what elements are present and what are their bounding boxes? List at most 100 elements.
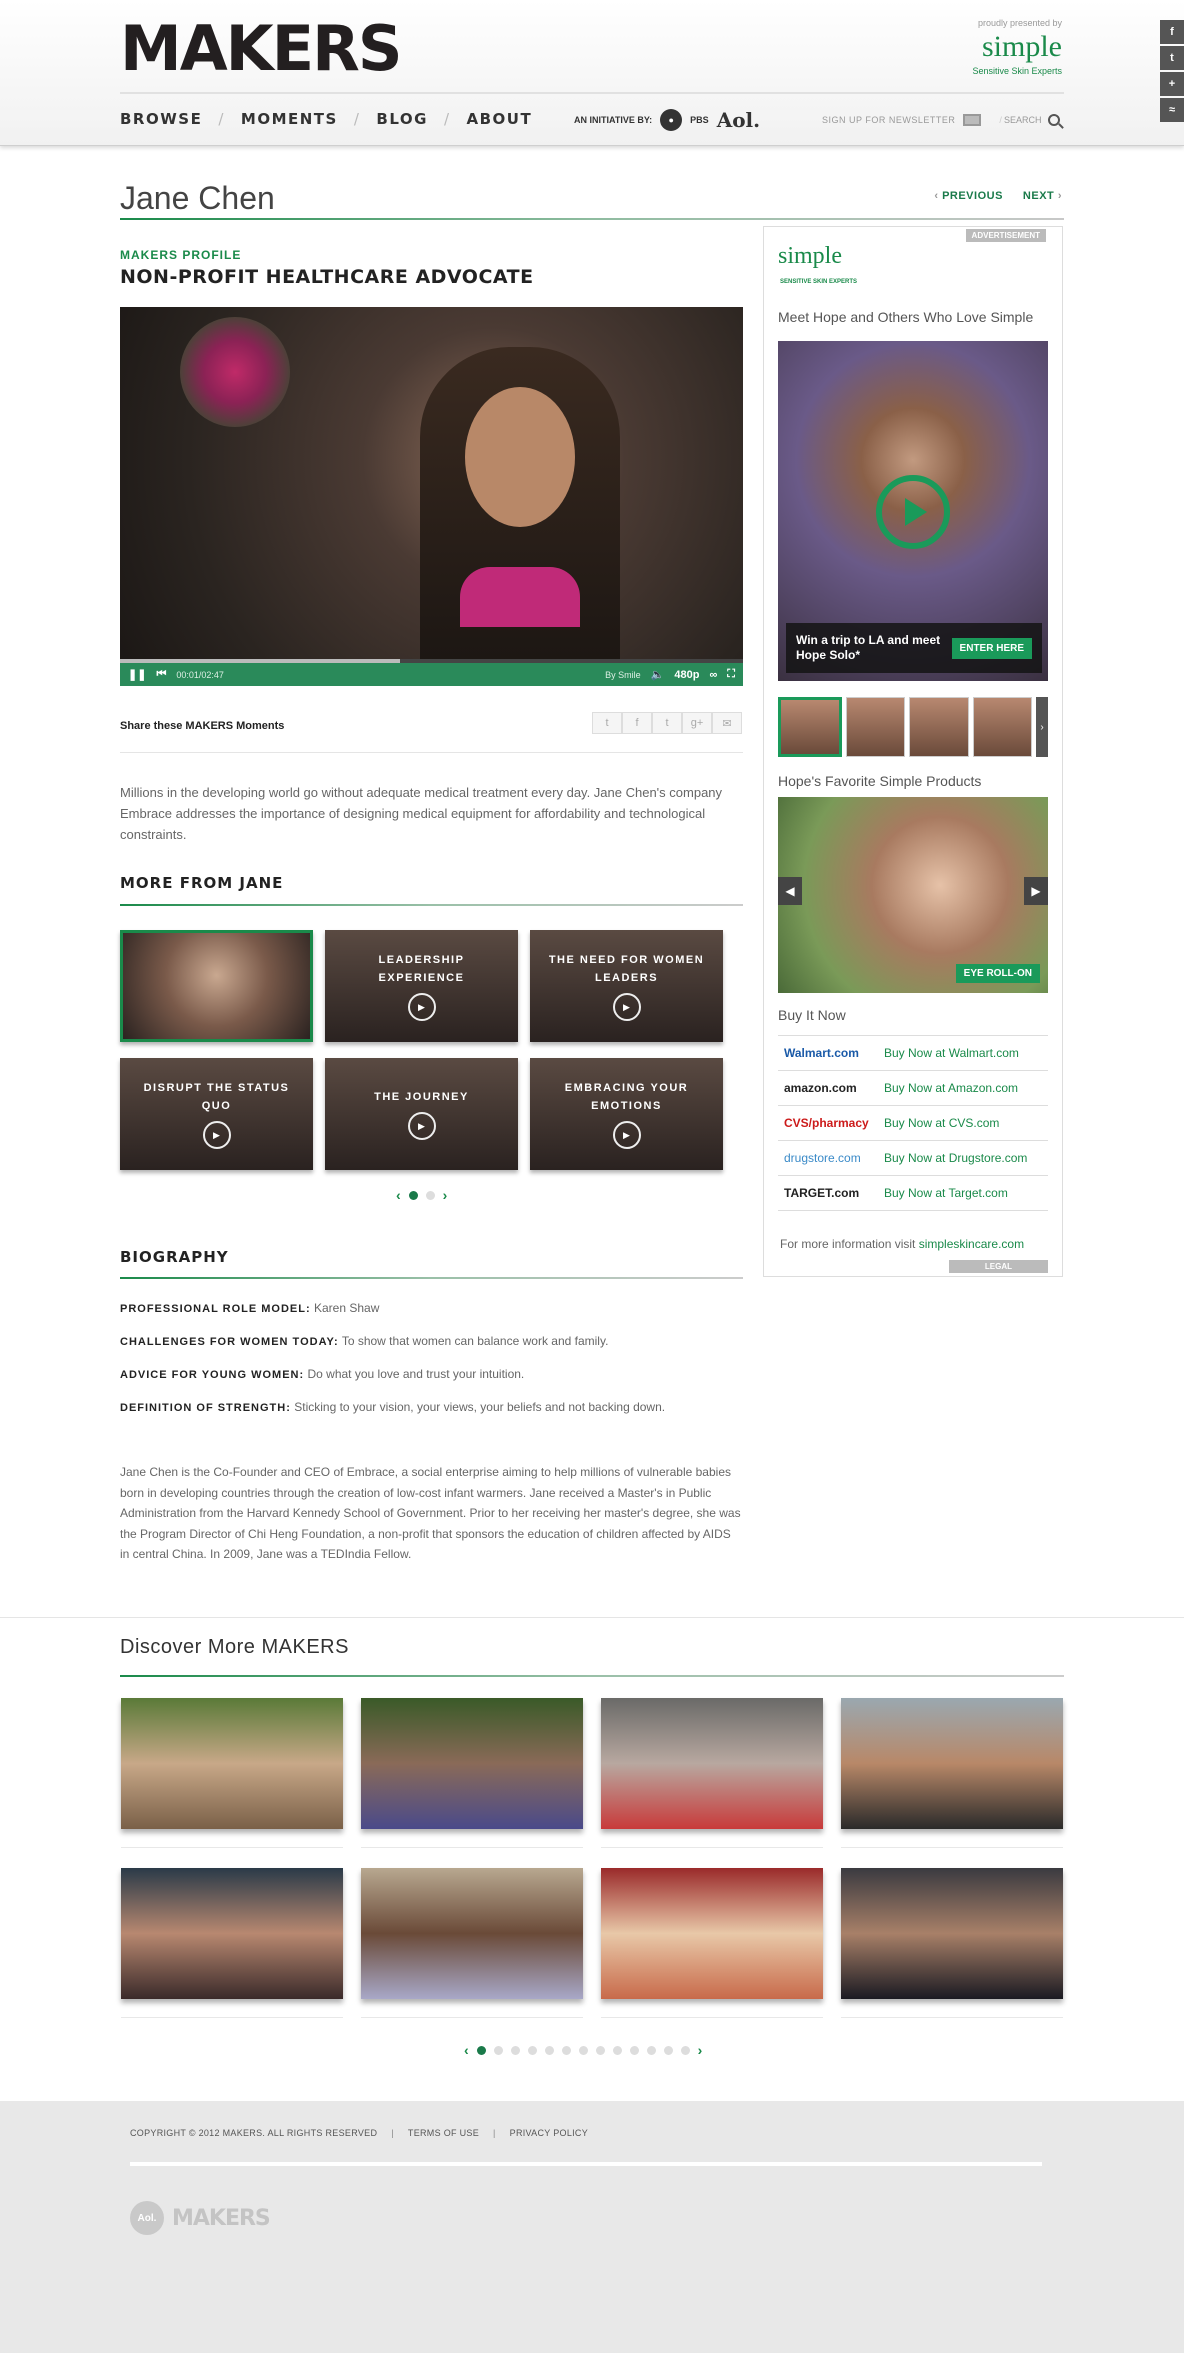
maker-thumb[interactable] [841,1868,1063,1999]
moment-thumb-active[interactable] [120,930,313,1042]
title-divider [120,218,1064,220]
pager-dot[interactable] [612,2045,622,2055]
ad-product-carousel[interactable]: ◀ ▶ EYE ROLL-ON [778,797,1048,993]
enter-here-button[interactable]: ENTER HERE [951,637,1032,659]
pager-dot[interactable] [578,2045,588,2055]
retailer-list: Walmart.com Buy Now at Walmart.com amazo… [778,1035,1048,1211]
maker-thumb[interactable] [601,1868,823,1999]
pager-dot[interactable] [544,2045,554,2055]
pager-dot[interactable] [425,1190,435,1200]
maker-thumb[interactable] [361,1868,583,1999]
maker-thumb[interactable] [361,1698,583,1829]
tumblr-share-icon[interactable]: t [652,712,682,734]
pager-dot[interactable] [663,2045,673,2055]
ad-strip-thumb[interactable] [972,697,1032,757]
moment-thumb[interactable]: EMBRACING YOUR EMOTIONS ▶ [530,1058,723,1170]
retailer-row[interactable]: amazon.com Buy Now at Amazon.com [778,1071,1048,1106]
pager-dot[interactable] [595,2045,605,2055]
retailer-row[interactable]: CVS/pharmacy Buy Now at CVS.com [778,1106,1048,1141]
sponsor-block[interactable]: proudly presented by simple Sensitive Sk… [972,18,1062,76]
maker-thumb[interactable] [601,1698,823,1829]
nav-moments[interactable]: MOMENTS [241,110,338,128]
quality-toggle[interactable]: 480p [674,669,699,681]
facebook-icon[interactable]: f [1160,20,1184,44]
moment-thumb[interactable]: DISRUPT THE STATUS QUO ▶ [120,1058,313,1170]
chevron-right-icon[interactable]: › [443,1187,448,1203]
retailer-row[interactable]: drugstore.com Buy Now at Drugstore.com [778,1141,1048,1176]
nav-blog[interactable]: BLOG [376,110,428,128]
embed-icon[interactable]: ∞ [709,669,717,681]
email-share-icon[interactable]: ✉ [712,712,742,734]
pager-dot[interactable] [476,2045,486,2055]
makers-logo[interactable]: MAKERS [120,18,402,80]
fullscreen-icon[interactable]: ⛶ [727,668,735,681]
advertisement: ADVERTISEMENT simple SENSITIVE SKIN EXPE… [763,226,1063,1277]
moment-thumb[interactable]: THE JOURNEY ▶ [325,1058,518,1170]
pbs-logo[interactable]: ● [660,109,683,131]
twitter-share-icon[interactable]: t [592,712,622,734]
previous-link[interactable]: ‹ PREVIOUS [934,190,1003,202]
terms-link[interactable]: TERMS OF USE [408,2128,479,2138]
ad-simple-logo[interactable]: simple [778,243,842,270]
aol-logo[interactable]: Aol. [717,108,760,132]
nav-browse[interactable]: BROWSE [120,110,202,128]
profile-role: NON-PROFIT HEALTHCARE ADVOCATE [120,266,534,288]
ad-video[interactable]: Win a trip to LA and meet Hope Solo* ENT… [778,341,1048,681]
rss-icon[interactable]: ≈ [1160,98,1184,122]
retailer-link[interactable]: Buy Now at Target.com [884,1186,1008,1200]
video-player[interactable] [120,307,743,686]
retailer-link[interactable]: Buy Now at Drugstore.com [884,1151,1027,1165]
googleplus-share-icon[interactable]: g+ [682,712,712,734]
plus-icon[interactable]: + [1160,72,1184,96]
nav-about[interactable]: ABOUT [467,110,533,128]
pager-dot[interactable] [493,2045,503,2055]
volume-icon[interactable]: 🔈 [651,668,665,681]
retailer-row[interactable]: TARGET.com Buy Now at Target.com [778,1176,1048,1211]
newsletter-signup[interactable]: SIGN UP FOR NEWSLETTER / [822,114,1002,126]
pager-dot[interactable] [646,2045,656,2055]
pager-dot[interactable] [510,2045,520,2055]
pager-dot[interactable] [629,2045,639,2055]
maker-thumb[interactable] [841,1698,1063,1829]
twitter-icon[interactable]: t [1160,46,1184,70]
footer-logo[interactable]: Aol. MAKERS [130,2201,271,2235]
moment-title: THE NEED FOR WOMEN LEADERS [548,954,705,984]
play-icon: ▶ [202,1121,231,1149]
retailer-link[interactable]: Buy Now at CVS.com [884,1116,999,1130]
ad-legal[interactable]: LEGAL [948,1260,1048,1273]
retailer-link[interactable]: Buy Now at Walmart.com [884,1046,1019,1060]
next-link[interactable]: NEXT › [1023,190,1062,202]
chevron-left-icon[interactable]: ‹ [464,2042,469,2058]
simple-logo[interactable]: simple [972,32,1062,62]
retailer-row[interactable]: Walmart.com Buy Now at Walmart.com [778,1036,1048,1071]
chevron-left-icon[interactable]: ‹ [396,1187,401,1203]
maker-thumb[interactable] [121,1698,343,1829]
bio-challenges: CHALLENGES FOR WOMEN TODAY: To show that… [120,1334,608,1348]
retailer-link[interactable]: Buy Now at Amazon.com [884,1081,1018,1095]
ad-tag: ADVERTISEMENT [965,229,1046,242]
newsletter-label: SIGN UP FOR NEWSLETTER [822,115,956,125]
moment-thumb[interactable]: THE NEED FOR WOMEN LEADERS ▶ [530,930,723,1042]
pager-dot[interactable] [680,2045,690,2055]
makers-wordmark: MAKERS [172,2205,271,2231]
moment-thumb[interactable]: LEADERSHIP EXPERIENCE ▶ [325,930,518,1042]
chevron-right-icon[interactable]: ▶ [1024,877,1048,905]
ad-strip-thumb[interactable] [778,697,842,757]
pause-icon[interactable]: ❚❚ [128,668,146,681]
facebook-share-icon[interactable]: f [622,712,652,734]
chevron-right-icon[interactable]: › [698,2042,703,2058]
pager-dot[interactable] [408,1190,418,1200]
maker-thumb[interactable] [121,1868,343,1999]
chevron-left-icon[interactable]: ◀ [778,877,802,905]
pager-dot[interactable] [561,2045,571,2055]
play-icon[interactable] [876,475,950,549]
search-button[interactable]: SEARCH [1004,114,1060,126]
rewind-icon[interactable]: ⏮ [156,668,166,681]
privacy-link[interactable]: PRIVACY POLICY [510,2128,588,2138]
ad-strip-thumb[interactable] [845,697,905,757]
ad-more-link[interactable]: simpleskincare.com [919,1237,1024,1251]
pager-dot[interactable] [527,2045,537,2055]
chevron-right-icon[interactable]: › [1036,697,1048,757]
ad-strip-thumb[interactable] [909,697,969,757]
eye-roll-on-button[interactable]: EYE ROLL-ON [955,964,1040,983]
